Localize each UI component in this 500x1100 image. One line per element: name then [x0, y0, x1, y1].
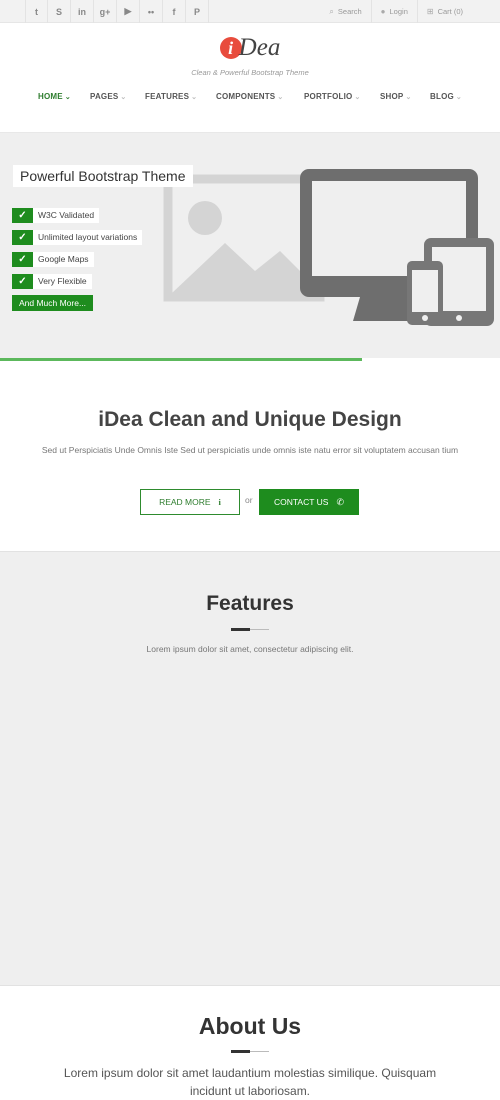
- chevron-down-icon: ⌄: [405, 94, 412, 101]
- features-text: Lorem ipsum dolor sit amet, consectetur …: [146, 644, 354, 654]
- nav-item-shop[interactable]: SHOP ⌄: [380, 92, 412, 101]
- cart-link[interactable]: ⊞ Cart (0): [416, 0, 472, 23]
- nav-label: SHOP: [380, 92, 404, 101]
- chevron-down-icon: ⌄: [64, 94, 71, 101]
- design-section-title: iDea Clean and Unique Design: [98, 408, 402, 431]
- image-placeholder-icon: [163, 174, 325, 302]
- features-section: Features Lorem ipsum dolor sit amet, con…: [0, 552, 500, 985]
- cart-label: Cart (0): [437, 7, 463, 16]
- login-label: Login: [389, 7, 408, 16]
- design-section-text: Sed ut Perspiciatis Unde Omnis Iste Sed …: [41, 445, 459, 455]
- site-tagline: Clean & Powerful Bootstrap Theme: [191, 68, 309, 77]
- chevron-down-icon: ⌄: [277, 94, 284, 101]
- nav-label: PAGES: [90, 92, 119, 101]
- flickr-icon[interactable]: ••: [140, 0, 163, 23]
- hero-feature: ✓ W3C Validated: [12, 208, 100, 223]
- youtube-icon[interactable]: ▶: [117, 0, 140, 23]
- twitter-icon[interactable]: t: [25, 0, 48, 23]
- search-label: Search: [337, 7, 362, 16]
- chevron-down-icon: ⌄: [455, 94, 462, 101]
- nav-label: FEATURES: [145, 92, 190, 101]
- check-icon: ✓: [12, 274, 33, 289]
- chevron-down-icon: ⌄: [191, 94, 198, 101]
- hero-feature: ✓ Unlimited layout variations: [12, 230, 143, 245]
- hero-feature-label: Unlimited layout variations: [33, 230, 143, 245]
- login-link[interactable]: ● Login: [370, 0, 417, 23]
- phone-icon: ✆: [336, 496, 344, 507]
- hero-feature-label: Very Flexible: [33, 274, 92, 289]
- nav-item-features[interactable]: FEATURES ⌄: [145, 92, 197, 101]
- search-link[interactable]: ⌕ Search: [320, 0, 370, 23]
- phone-icon: [407, 261, 443, 325]
- pinterest-icon[interactable]: P: [186, 0, 209, 23]
- user-icon: ●: [380, 7, 386, 16]
- nav-label: PORTFOLIO: [304, 92, 353, 101]
- section-divider: [0, 985, 500, 986]
- features-title: Features: [206, 592, 294, 615]
- skype-icon[interactable]: S: [48, 0, 71, 23]
- check-icon: ✓: [12, 208, 33, 223]
- check-icon: ✓: [12, 230, 33, 245]
- google-plus-icon[interactable]: g+: [94, 0, 117, 23]
- main-nav: HOME ⌄ PAGES ⌄ FEATURES ⌄ COMPONENTS ⌄ PORTF…: [0, 92, 500, 112]
- linkedin-icon[interactable]: in: [71, 0, 94, 23]
- top-bar: t S in g+ ▶ •• f P ⌕ Search ● Login ⊞ Ca…: [0, 0, 500, 23]
- site-logo[interactable]: i Dea: [0, 34, 500, 66]
- contact-us-label: CONTACT US: [273, 497, 329, 507]
- nav-item-pages[interactable]: PAGES ⌄: [90, 92, 127, 101]
- hero-feature-label: W3C Validated: [33, 208, 100, 223]
- devices-illustration: [163, 169, 494, 326]
- top-links: ⌕ Search ● Login ⊞ Cart (0): [320, 0, 472, 23]
- about-title: About Us: [198, 1013, 302, 1039]
- search-icon: ⌕: [329, 6, 334, 16]
- chevron-down-icon: ⌄: [120, 94, 127, 101]
- facebook-icon[interactable]: f: [163, 0, 186, 23]
- nav-label: HOME: [38, 92, 63, 101]
- hero-feature-label: Google Maps: [33, 252, 94, 267]
- slider-progress-bar: [0, 358, 362, 361]
- hero-slider: Powerful Bootstrap Theme ✓ W3C Validated…: [0, 133, 500, 358]
- title-underline: [231, 628, 269, 631]
- logo-text: Dea: [238, 34, 281, 61]
- nav-item-blog[interactable]: BLOG ⌄: [430, 92, 462, 101]
- info-icon: i: [218, 497, 221, 507]
- chevron-down-icon: ⌄: [354, 94, 361, 101]
- nav-item-components[interactable]: COMPONENTS ⌄: [216, 92, 283, 101]
- contact-us-button[interactable]: CONTACT US ✆: [259, 489, 359, 515]
- read-more-button[interactable]: READ MORE i: [140, 489, 240, 515]
- read-more-label: READ MORE: [159, 497, 211, 507]
- nav-item-home[interactable]: HOME ⌄: [38, 92, 71, 101]
- or-separator: or: [245, 495, 253, 505]
- title-underline: [231, 1050, 269, 1053]
- about-text: Lorem ipsum dolor sit amet laudantium mo…: [63, 1066, 437, 1098]
- nav-item-portfolio[interactable]: PORTFOLIO ⌄: [304, 92, 361, 101]
- hero-feature: ✓ Very Flexible: [12, 274, 92, 289]
- nav-label: COMPONENTS: [216, 92, 276, 101]
- check-icon: ✓: [12, 252, 33, 267]
- nav-label: BLOG: [430, 92, 454, 101]
- cart-icon: ⊞: [426, 7, 434, 16]
- and-much-more-button[interactable]: And Much More...: [12, 295, 93, 311]
- hero-title: Powerful Bootstrap Theme: [13, 165, 193, 187]
- hero-feature: ✓ Google Maps: [12, 252, 94, 267]
- social-links: t S in g+ ▶ •• f P: [25, 0, 209, 23]
